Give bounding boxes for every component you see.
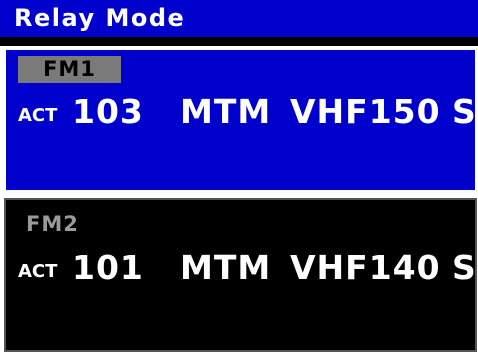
fm1-state-indicator: ACT (18, 105, 58, 126)
fm1-mode: MTM (180, 92, 272, 131)
fm2-panel[interactable]: FM2 ACT 101 MTM VHF140 S (4, 198, 477, 352)
fm2-flag: S (452, 248, 477, 287)
fm2-state-indicator: ACT (18, 261, 58, 282)
fm1-channel-tag: FM1 (18, 56, 121, 83)
fm1-panel[interactable]: FM1 ACT 103 MTM VHF150 S (4, 48, 477, 192)
fm2-channel-tag: FM2 (26, 212, 79, 236)
title-divider (0, 37, 478, 46)
fm1-channel-number: 103 (72, 92, 144, 131)
fm2-band: VHF140 (290, 248, 441, 287)
fm2-channel-number: 101 (72, 248, 144, 287)
screen-title: Relay Mode (14, 4, 186, 32)
fm1-flag: S (452, 92, 477, 131)
fm2-mode: MTM (180, 248, 272, 287)
title-bar: Relay Mode (0, 0, 478, 37)
fm1-band: VHF150 (290, 92, 441, 131)
